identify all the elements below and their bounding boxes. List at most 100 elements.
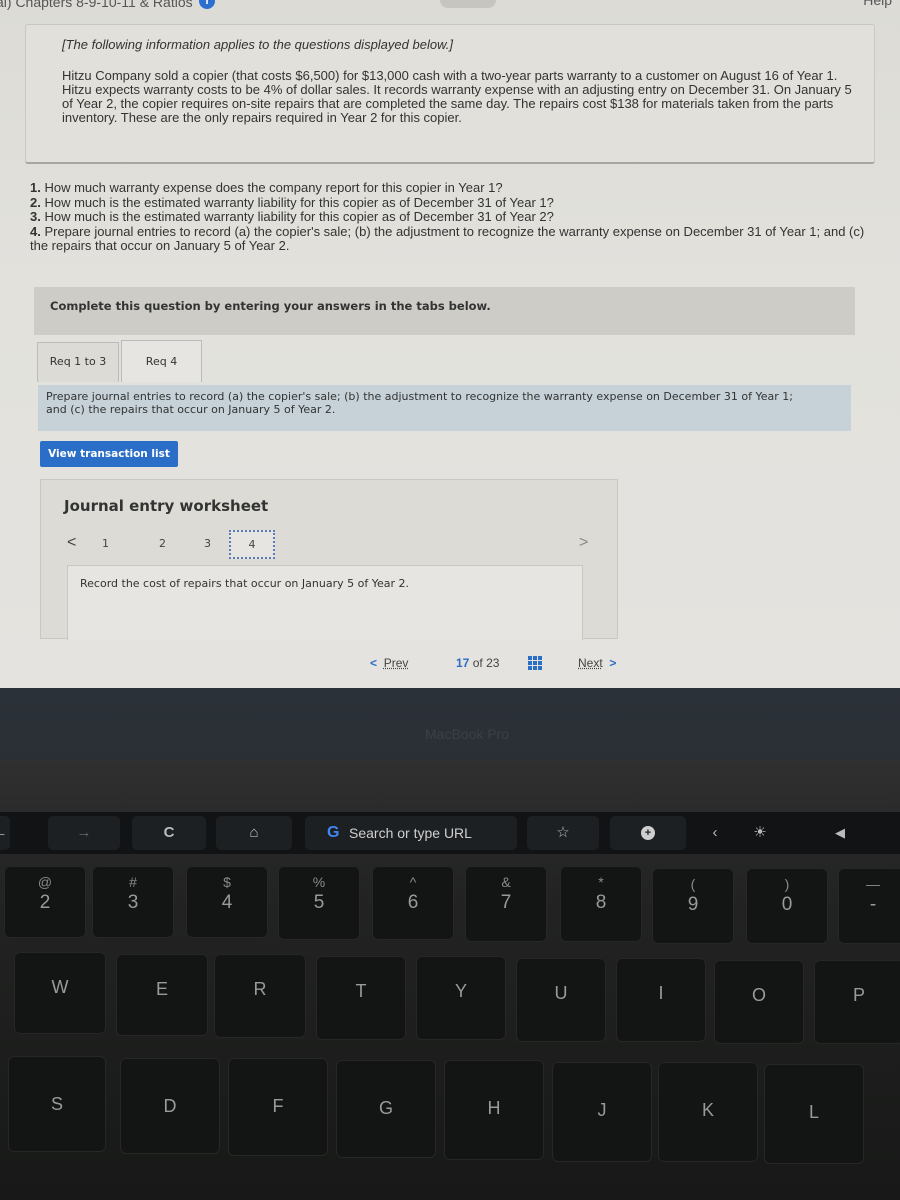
key-f[interactable]: F — [228, 1058, 328, 1156]
new-tab-button[interactable]: + — [610, 816, 686, 850]
key-k[interactable]: K — [658, 1062, 758, 1162]
key-0[interactable]: ) 0 — [746, 868, 828, 944]
brand-label: MacBook Pro — [425, 726, 510, 742]
next-button[interactable]: Next > — [578, 656, 616, 670]
question-item: 1. How much warranty expense does the co… — [30, 180, 880, 196]
key-6[interactable]: ^ 6 — [372, 866, 454, 940]
key-w[interactable]: W — [14, 952, 106, 1034]
key-y[interactable]: Y — [416, 956, 506, 1040]
req-description: Prepare journal entries to record (a) th… — [38, 385, 851, 431]
question-text: How much is the estimated warranty liabi… — [40, 209, 554, 224]
view-transaction-list-button[interactable]: View transaction list — [40, 441, 178, 467]
prev-button[interactable]: < Prev — [370, 656, 408, 670]
key-d[interactable]: D — [120, 1058, 220, 1154]
key-digit: 4 — [221, 892, 233, 913]
req-description-line: Prepare journal entries to record (a) th… — [46, 390, 794, 403]
tab-req-1-to-3[interactable]: Req 1 to 3 — [37, 342, 119, 382]
info-intro: [The following information applies to th… — [62, 37, 453, 52]
key-g[interactable]: G — [336, 1060, 436, 1158]
key-l[interactable]: L — [764, 1064, 864, 1164]
key-i[interactable]: I — [616, 958, 706, 1042]
collapse-icon[interactable]: ‹ — [700, 816, 730, 850]
key-letter: K — [701, 1100, 714, 1120]
key-p[interactable]: P — [814, 960, 900, 1044]
key-o[interactable]: O — [714, 960, 804, 1044]
star-icon[interactable]: ☆ — [527, 816, 599, 850]
next-label: Next — [578, 656, 603, 670]
worksheet-pagination: < 1 2 3 4 > — [64, 530, 594, 560]
key-h[interactable]: H — [444, 1060, 544, 1160]
key-digit: 5 — [313, 892, 325, 913]
key-e[interactable]: E — [116, 954, 208, 1036]
worksheet-title: Journal entry worksheet — [64, 497, 269, 515]
worksheet-prev-icon[interactable]: < — [67, 534, 76, 552]
worksheet-next-icon[interactable]: > — [579, 534, 588, 552]
brightness-icon[interactable]: ☀ — [740, 816, 780, 850]
question-number: 1. — [30, 180, 41, 195]
key-digit: - — [869, 894, 877, 915]
grid-icon[interactable] — [528, 656, 542, 670]
laptop-bezel: MacBook Pro — [0, 688, 900, 760]
browser-screen: al) Chapters 8-9-10-11 & Ratios i Help [… — [0, 0, 900, 688]
key-symbol: * — [598, 874, 604, 890]
key-8[interactable]: * 8 — [560, 866, 642, 942]
worksheet-page-4[interactable]: 4 — [229, 530, 275, 559]
key-4[interactable]: $4 — [186, 866, 268, 938]
key-j[interactable]: J — [552, 1062, 652, 1162]
of-label: of — [472, 656, 483, 670]
key-letter: U — [554, 983, 568, 1003]
search-url-field[interactable]: G Search or type URL — [305, 816, 517, 850]
key-digit: 8 — [595, 892, 607, 913]
key-symbol: ^ — [409, 874, 417, 890]
question-number: 2. — [30, 194, 41, 210]
key-symbol: ) — [784, 876, 790, 892]
question-text: Prepare journal entries to record (a) th… — [30, 223, 865, 253]
help-link[interactable]: Help — [863, 0, 892, 8]
center-pill-button[interactable] — [440, 0, 496, 8]
key-3[interactable]: #3 — [92, 866, 174, 938]
question-number: 3. — [30, 209, 41, 224]
breadcrumb[interactable]: al) Chapters 8-9-10-11 & Ratios — [0, 0, 193, 10]
key-t[interactable]: T — [316, 956, 406, 1040]
chevron-left-icon: < — [370, 656, 378, 670]
key-symbol: # — [129, 874, 137, 890]
instruction-bar: Complete this question by entering your … — [34, 287, 855, 335]
key-minus[interactable]: — - — [838, 868, 900, 944]
question-item: 4. Prepare journal entries to record (a)… — [30, 223, 880, 254]
home-icon[interactable]: ⌂ — [216, 816, 292, 850]
key-letter: P — [852, 985, 865, 1005]
key-symbol: @ — [37, 874, 53, 890]
tab-req-4[interactable]: Req 4 — [121, 340, 202, 382]
key-symbol: — — [866, 876, 880, 892]
key-9[interactable]: (9 — [652, 868, 734, 944]
key-letter: I — [658, 983, 664, 1003]
key-digit: 3 — [127, 892, 139, 913]
volume-icon[interactable]: ◀ — [820, 816, 860, 850]
key-s[interactable]: S — [8, 1056, 106, 1152]
info-icon[interactable]: i — [199, 0, 215, 9]
question-item: 2. How much is the estimated warranty li… — [30, 194, 880, 211]
key-letter: L — [808, 1102, 819, 1122]
key-letter: G — [378, 1098, 393, 1118]
reload-icon[interactable]: C — [132, 816, 206, 850]
forward-icon[interactable]: → — [48, 816, 120, 850]
key-symbol: % — [312, 874, 326, 890]
key-r[interactable]: R — [214, 954, 306, 1038]
key-5[interactable]: % 5 — [278, 866, 360, 940]
worksheet-page-2[interactable]: 2 — [159, 537, 166, 550]
key-2[interactable]: @2 — [4, 866, 86, 938]
search-placeholder: Search or type URL — [349, 825, 472, 841]
key-u[interactable]: U — [516, 958, 606, 1042]
worksheet-page-1[interactable]: 1 — [102, 537, 109, 550]
key-letter: S — [50, 1094, 63, 1114]
question-pager: < Prev 17 of 23 Next > — [356, 647, 656, 683]
req-description-line: and (c) the repairs that occur on Januar… — [46, 402, 336, 416]
google-icon: G — [327, 824, 340, 841]
key-symbol: $ — [223, 874, 231, 890]
key-7[interactable]: & 7 — [465, 866, 547, 942]
key-letter: O — [751, 985, 766, 1005]
problem-text: Hitzu Company sold a copier (that costs … — [62, 68, 852, 125]
key-letter: W — [51, 977, 69, 997]
back-icon[interactable]: ← — [0, 816, 10, 850]
worksheet-page-3[interactable]: 3 — [204, 537, 211, 550]
